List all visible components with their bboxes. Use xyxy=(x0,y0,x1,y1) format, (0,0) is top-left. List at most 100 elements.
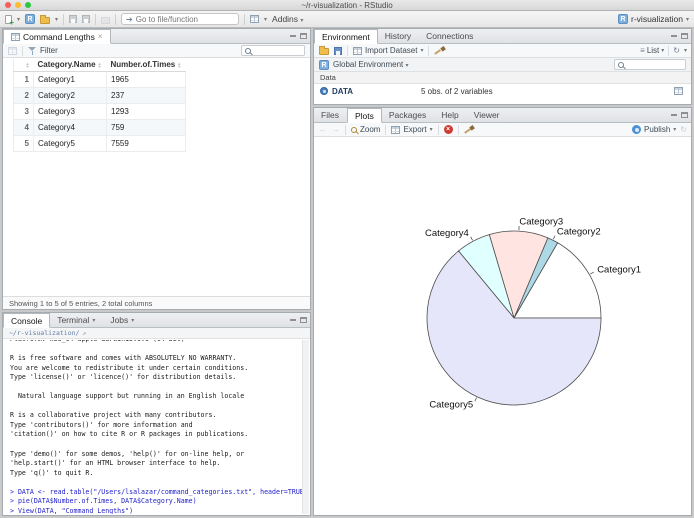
tab-connections[interactable]: Connections xyxy=(419,29,481,43)
refresh-plot-icon[interactable]: ↻ xyxy=(680,125,687,134)
save-icon xyxy=(69,15,78,23)
tab-files[interactable]: Files xyxy=(314,108,347,122)
pane-layout-icon[interactable] xyxy=(250,15,260,23)
maximize-pane-icon[interactable] xyxy=(300,316,307,323)
minimize-pane-icon[interactable] xyxy=(289,31,297,39)
cell-category-name: Category1 xyxy=(33,71,107,88)
open-file-icon[interactable] xyxy=(40,14,51,24)
maximize-pane-icon[interactable] xyxy=(681,32,688,39)
next-plot-icon: → xyxy=(332,125,340,134)
tab-terminal[interactable]: Terminal ▾ xyxy=(50,313,103,327)
close-tab-icon[interactable]: × xyxy=(98,32,103,41)
open-recent-caret-icon[interactable]: ▾ xyxy=(55,16,58,23)
tab-plots[interactable]: Plots xyxy=(346,108,382,123)
pie-label-tick xyxy=(474,397,477,402)
pie-label-category1: Category1 xyxy=(597,265,641,276)
zoom-plot-button[interactable]: Zoom xyxy=(351,125,380,134)
list-view-button[interactable]: ≡ List ▾ xyxy=(640,46,664,55)
viewer-search-box[interactable] xyxy=(241,45,305,56)
toolbar-divider xyxy=(63,13,65,25)
zoom-icon xyxy=(351,126,357,133)
working-directory-path[interactable]: ~/r-visualization/ xyxy=(9,329,79,337)
console-command-line: > View(DATA, "Command Lengths") xyxy=(10,506,134,514)
export-plot-button[interactable]: Export ▾ xyxy=(391,125,433,134)
main-toolbar: ▾ R ▾ ➔ ▾ Addins ▾ R r-visualization ▾ xyxy=(0,11,694,28)
minimize-pane-icon[interactable] xyxy=(289,315,297,323)
console-scrollbar[interactable] xyxy=(302,340,309,514)
environment-scope-selector[interactable]: Global Environment ▾ xyxy=(333,60,409,69)
column-header-category-name[interactable]: Category.Name ▲ ▼ xyxy=(33,59,107,72)
pie-label-tick xyxy=(470,236,473,241)
open-in-new-window-icon[interactable] xyxy=(8,46,17,55)
environment-search-box[interactable] xyxy=(614,59,686,70)
console-output[interactable]: Platform: x86_64-apple-darwin15.6.0 (64-… xyxy=(4,340,302,514)
table-row[interactable]: 4 Category4 759 xyxy=(13,119,186,136)
goto-arrow-icon: ➔ xyxy=(126,14,133,24)
viewer-toolbar: Filter xyxy=(3,44,310,58)
environment-entry-data[interactable]: DATA 5 obs. of 2 variables xyxy=(314,84,691,98)
clear-environment-icon[interactable] xyxy=(434,46,444,56)
addins-button[interactable]: Addins ▾ xyxy=(272,14,303,24)
window-title: ~/r-visualization - RStudio xyxy=(301,0,393,10)
new-project-icon[interactable]: R xyxy=(25,14,36,24)
cell-number-of-times: 237 xyxy=(106,87,186,104)
import-dataset-icon xyxy=(353,46,362,55)
data-viewer-pane: Command Lengths × Filter ▲ ▼ Category.Nam… xyxy=(2,28,311,310)
console-output-line: Type 'contributors()' for more informati… xyxy=(10,420,193,429)
save-all-icon xyxy=(82,15,91,23)
maximize-pane-icon[interactable] xyxy=(300,32,307,39)
table-row[interactable]: 1 Category1 1965 xyxy=(13,71,186,88)
console-output-line: You are welcome to redistribute it under… xyxy=(10,363,249,372)
tab-history[interactable]: History xyxy=(378,29,419,43)
cell-category-name: Category3 xyxy=(33,103,107,120)
refresh-caret-icon[interactable]: ▾ xyxy=(684,47,687,54)
tab-jobs[interactable]: Jobs ▾ xyxy=(103,313,142,327)
new-file-caret-icon[interactable]: ▾ xyxy=(17,16,20,23)
goto-file-input[interactable] xyxy=(135,14,235,24)
clear-all-plots-icon[interactable] xyxy=(464,125,474,135)
pie-chart: Category1 Category2Category3 Category4 Cate… xyxy=(425,217,641,411)
new-file-icon[interactable] xyxy=(5,14,14,27)
filter-button[interactable]: Filter xyxy=(28,46,58,55)
tab-help[interactable]: Help xyxy=(434,108,466,122)
column-header-number-of-times[interactable]: Number.of.Times ▲ ▼ xyxy=(106,59,186,72)
save-workspace-icon[interactable] xyxy=(334,46,342,55)
import-dataset-button[interactable]: Import Dataset ▾ xyxy=(353,46,423,55)
tab-console[interactable]: Console xyxy=(3,313,51,328)
cell-number-of-times: 759 xyxy=(106,119,186,136)
filter-icon xyxy=(28,46,37,55)
remove-plot-icon[interactable]: × xyxy=(443,125,453,134)
console-output-line: Natural language support but running in … xyxy=(10,392,245,401)
environment-search-input[interactable] xyxy=(627,60,682,69)
publish-plot-button[interactable]: Publish ▾ xyxy=(632,125,676,134)
export-icon xyxy=(391,125,401,134)
load-workspace-icon[interactable] xyxy=(319,46,329,55)
plot-canvas: Category1 Category2 Category3 Category4 Cate… xyxy=(315,138,690,514)
table-row[interactable]: 5 Category5 7559 xyxy=(13,135,186,152)
view-data-icon[interactable] xyxy=(674,87,683,95)
table-row[interactable]: 3 Category3 1293 xyxy=(13,103,186,120)
tab-command-lengths[interactable]: Command Lengths × xyxy=(3,29,111,44)
maximize-pane-icon[interactable] xyxy=(681,111,688,118)
minimize-pane-icon[interactable] xyxy=(670,110,678,118)
tab-packages[interactable]: Packages xyxy=(382,108,434,122)
corner-header-cell[interactable]: ▲ ▼ xyxy=(13,59,34,72)
console-output-line: R is free software and comes with ABSOLU… xyxy=(10,354,237,363)
environment-scope-row: R Global Environment ▾ xyxy=(314,58,691,72)
tab-viewer[interactable]: Viewer xyxy=(467,108,508,122)
goto-directory-icon[interactable]: ⇗ xyxy=(82,330,86,337)
viewer-search-input[interactable] xyxy=(254,46,301,55)
project-menu-button[interactable]: R r-visualization ▾ xyxy=(618,14,689,24)
toolbar-divider xyxy=(347,45,348,56)
tab-environment[interactable]: Environment xyxy=(314,29,378,44)
refresh-icon[interactable]: ↻ xyxy=(673,46,680,55)
environment-tabbar: Environment History Connections xyxy=(314,29,691,44)
table-row[interactable]: 2 Category2 237 xyxy=(13,87,186,104)
goto-file-box[interactable]: ➔ xyxy=(121,13,240,25)
pane-layout-caret-icon[interactable]: ▾ xyxy=(264,16,267,23)
pie-label-category3: Category3 xyxy=(519,217,563,228)
minimize-pane-icon[interactable] xyxy=(670,31,678,39)
